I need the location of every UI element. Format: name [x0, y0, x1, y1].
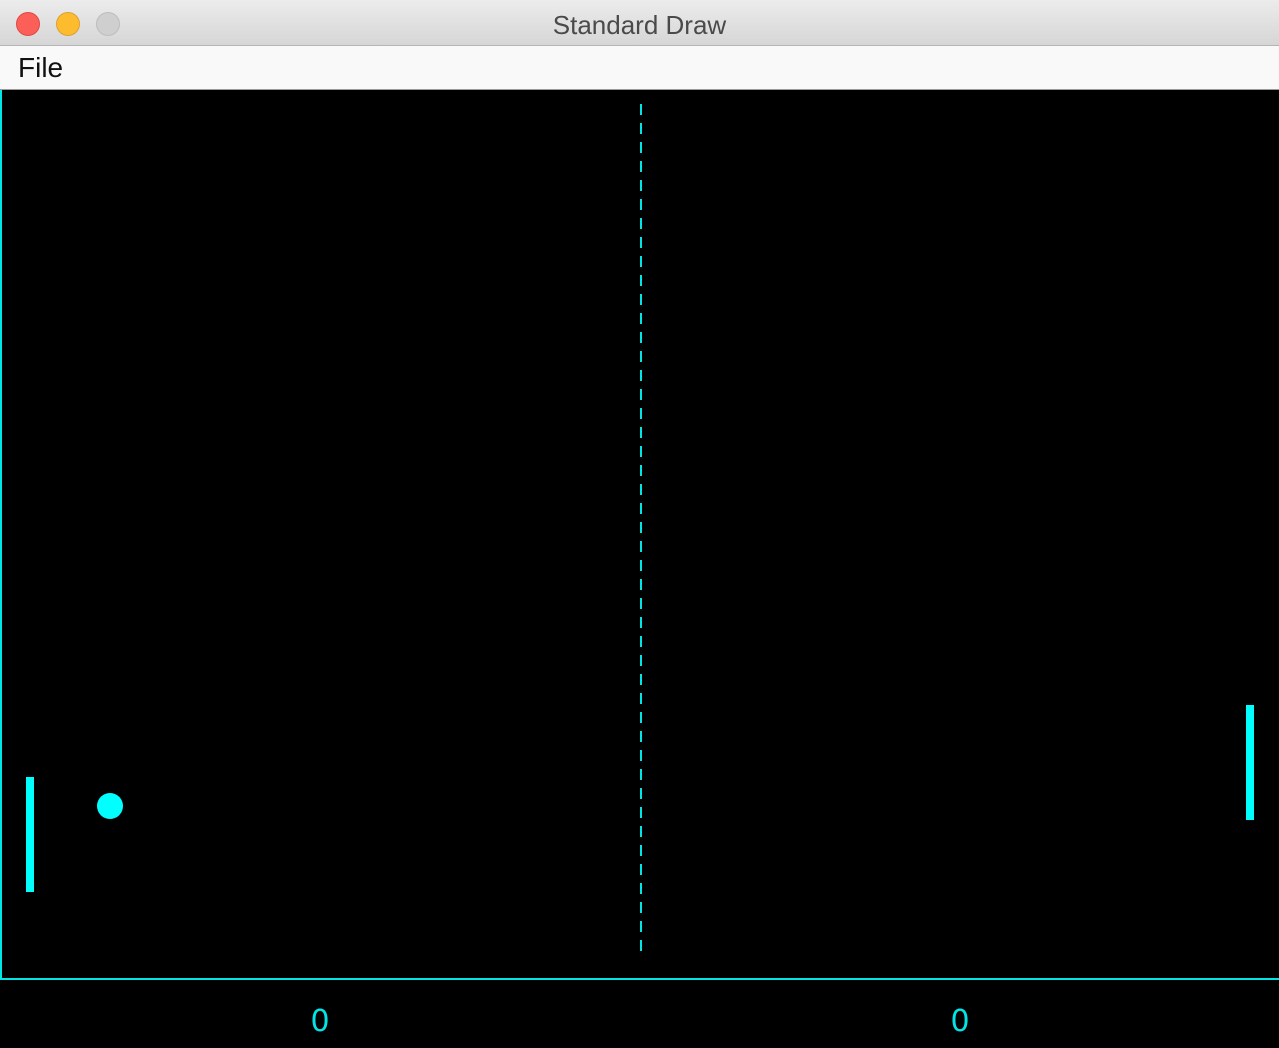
menu-file[interactable]: File — [18, 52, 63, 84]
court-bottom-border — [0, 978, 1279, 980]
title-bar: Standard Draw — [0, 0, 1279, 46]
court-left-border — [0, 90, 2, 980]
menu-bar: File — [0, 46, 1279, 90]
center-net-line — [640, 104, 642, 958]
ball — [97, 793, 123, 819]
left-score: 0 — [310, 1004, 330, 1039]
window-title: Standard Draw — [552, 10, 727, 40]
game-canvas[interactable]: 0 0 — [0, 90, 1279, 1048]
right-paddle — [1246, 705, 1254, 820]
right-score: 0 — [950, 1004, 970, 1039]
left-paddle — [26, 777, 34, 892]
